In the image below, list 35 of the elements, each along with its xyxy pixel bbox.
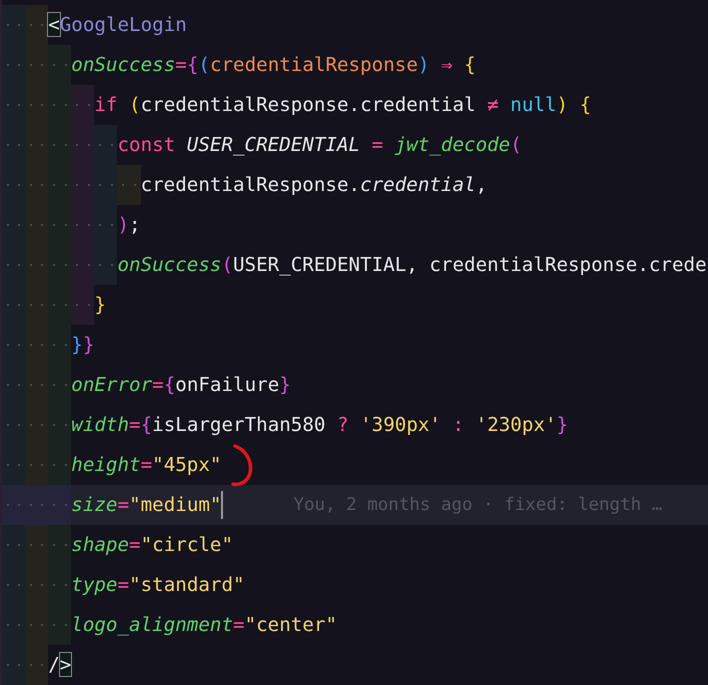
indent-guide [25,525,48,565]
code-line: onSuccess(USER_CREDENTIAL, credentialResponse.crede [117,253,707,277]
indent-guide [25,5,48,45]
code-line: if (credentialResponse.credential ≠ null) { [94,93,592,117]
code-line: type="standard" [71,573,245,597]
code-line: height="45px" [71,453,222,477]
indent-guide [25,645,48,685]
indent-guide [94,125,118,165]
code-line: } [94,293,106,317]
code-line: shape="circle" [71,533,234,557]
indent-guide [25,445,48,485]
code-line: <GoogleLogin [48,13,187,37]
indent-guide [2,445,26,485]
code-line: }} [71,333,94,357]
code-line: const USER_CREDENTIAL = jwt_decode( [117,133,522,157]
indent-guide [48,605,72,645]
indent-guide [48,45,72,85]
indent-guide [94,245,118,285]
code-line: size="medium" [71,493,222,517]
indent-guide [2,525,26,565]
indent-guide [2,5,26,45]
indent-guide [71,85,94,125]
indent-guide [71,285,94,325]
code-line: width={isLargerThan580 ? '390px' : '230px'} [71,413,568,437]
indent-guide [48,445,72,485]
code-line: onError={onFailure} [71,373,291,397]
code-line: credentialResponse.credential, [140,173,488,197]
code-line: logo_alignment="center" [71,613,337,637]
text-cursor [221,491,224,519]
code-line: onSuccess={(credentialResponse) ⇒ { [71,53,476,77]
code-line: ); [117,213,141,237]
code-line: /> [48,653,72,677]
indent-guide [48,525,72,565]
indent-guide [2,645,26,685]
indent-guide [117,165,141,205]
